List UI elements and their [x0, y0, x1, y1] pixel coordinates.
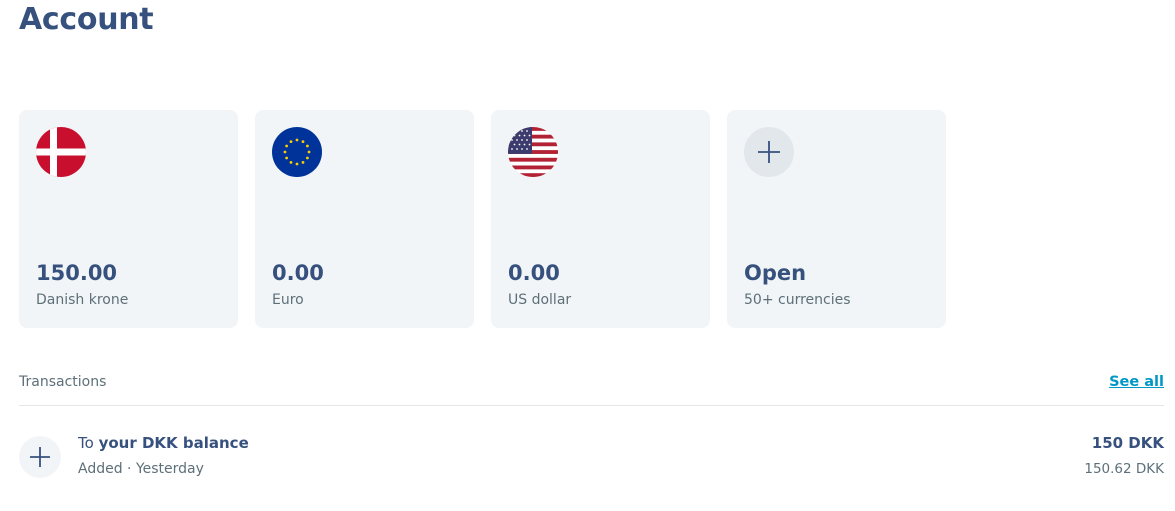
currency-name: Danish krone — [36, 292, 129, 308]
balance-cards: 150.00 Danish krone 0.00 Euro 0.00 US do… — [19, 110, 946, 328]
divider — [19, 405, 1164, 406]
plus-icon — [19, 436, 61, 478]
open-sublabel: 50+ currencies — [744, 292, 851, 308]
transaction-status: Added · Yesterday — [78, 461, 204, 477]
transaction-secondary-amount: 150.62 DKK — [1084, 461, 1164, 477]
transactions-title: Transactions — [19, 374, 107, 390]
denmark-flag-icon — [36, 127, 86, 177]
page-title: Account — [19, 2, 154, 37]
balance-amount: 0.00 — [508, 261, 560, 285]
transaction-prefix: To — [78, 434, 94, 452]
currency-name: US dollar — [508, 292, 572, 308]
see-all-link[interactable]: See all — [1109, 374, 1164, 390]
open-currency-card[interactable]: Open 50+ currencies — [727, 110, 946, 328]
balance-card-usd[interactable]: 0.00 US dollar — [491, 110, 710, 328]
eu-flag-icon — [272, 127, 322, 177]
balance-card-eur[interactable]: 0.00 Euro — [255, 110, 474, 328]
us-flag-icon — [508, 127, 558, 177]
balance-card-dkk[interactable]: 150.00 Danish krone — [19, 110, 238, 328]
transaction-row[interactable]: To your DKK balance Added · Yesterday 15… — [19, 430, 1164, 482]
currency-name: Euro — [272, 292, 304, 308]
balance-amount: 150.00 — [36, 261, 118, 285]
transaction-amount: 150 DKK — [1091, 434, 1164, 452]
balance-amount: 0.00 — [272, 261, 324, 285]
transaction-name: your DKK balance — [98, 434, 249, 452]
transaction-description: To your DKK balance — [78, 434, 249, 452]
plus-icon — [744, 127, 794, 177]
open-label: Open — [744, 261, 807, 285]
